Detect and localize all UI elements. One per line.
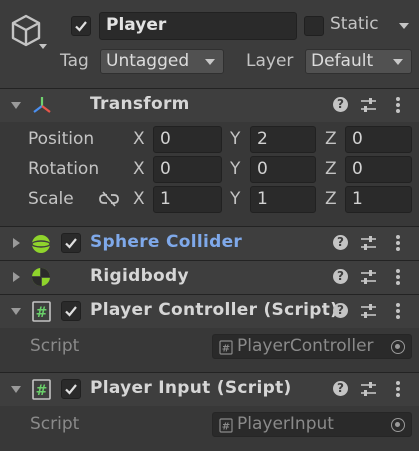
- position-label: Position: [28, 129, 95, 149]
- position-z-field[interactable]: 0: [345, 126, 412, 153]
- component-title: Rigidbody: [90, 266, 189, 286]
- axis-x-label: X: [133, 189, 145, 209]
- object-picker-icon[interactable]: [391, 418, 405, 432]
- svg-text:#: #: [222, 344, 230, 355]
- help-icon[interactable]: ?: [333, 269, 348, 284]
- unlinked-scale-icon[interactable]: [99, 191, 119, 207]
- player-input-header[interactable]: # Player Input (Script) ?: [0, 373, 419, 406]
- object-name-field[interactable]: Player: [99, 12, 297, 40]
- rotation-x-field[interactable]: 0: [153, 156, 222, 183]
- context-menu-icon[interactable]: [396, 235, 400, 253]
- rotation-y-field[interactable]: 0: [250, 156, 316, 183]
- presets-icon[interactable]: [360, 303, 377, 319]
- presets-icon[interactable]: [360, 235, 377, 251]
- help-icon[interactable]: ?: [333, 235, 348, 250]
- rotation-label: Rotation: [28, 159, 100, 179]
- component-title: Player Controller (Script): [90, 300, 339, 320]
- script-field-value: PlayerInput: [237, 414, 334, 434]
- script-mini-icon: #: [219, 418, 233, 433]
- context-menu-icon[interactable]: [396, 97, 400, 115]
- help-icon[interactable]: ?: [333, 303, 348, 318]
- axis-z-label: Z: [325, 129, 337, 149]
- script-object-field[interactable]: # PlayerInput: [212, 412, 412, 437]
- sphere-collider-enabled-toggle[interactable]: [61, 233, 81, 253]
- script-field-label: Script: [30, 414, 80, 434]
- layer-dropdown[interactable]: Default: [305, 49, 412, 74]
- axis-x-label: X: [133, 129, 145, 149]
- checkmark-icon: [75, 21, 87, 32]
- static-toggle[interactable]: [304, 16, 324, 36]
- scale-z-field[interactable]: 1: [345, 186, 412, 213]
- svg-text:#: #: [36, 383, 48, 399]
- component-title: Transform: [90, 94, 190, 114]
- foldout-expanded-icon[interactable]: [11, 308, 21, 315]
- context-menu-icon[interactable]: [396, 381, 400, 399]
- svg-text:#: #: [36, 305, 48, 321]
- static-label: Static: [330, 14, 379, 34]
- position-y-field[interactable]: 2: [250, 126, 316, 153]
- presets-icon[interactable]: [360, 97, 377, 113]
- rigidbody-header[interactable]: Rigidbody ?: [0, 261, 419, 294]
- axis-z-label: Z: [325, 159, 337, 179]
- transform-axes-icon: [33, 97, 51, 113]
- object-picker-icon[interactable]: [391, 340, 405, 354]
- component-title: Sphere Collider: [90, 232, 243, 252]
- script-field-value: PlayerController: [237, 336, 374, 356]
- sphere-collider-header[interactable]: Sphere Collider ?: [0, 227, 419, 260]
- foldout-expanded-icon[interactable]: [11, 386, 21, 393]
- scale-label: Scale: [28, 189, 74, 209]
- scale-y-field[interactable]: 1: [250, 186, 316, 213]
- help-icon[interactable]: ?: [333, 97, 348, 112]
- layer-value: Default: [311, 51, 374, 71]
- player-controller-header[interactable]: # Player Controller (Script) ?: [0, 295, 419, 328]
- active-toggle[interactable]: [71, 16, 91, 36]
- tag-dropdown[interactable]: Untagged: [100, 49, 224, 74]
- context-menu-icon[interactable]: [396, 269, 400, 287]
- help-icon[interactable]: ?: [333, 381, 348, 396]
- scale-x-field[interactable]: 1: [153, 186, 222, 213]
- tag-value: Untagged: [106, 51, 190, 71]
- checkmark-icon: [65, 238, 77, 249]
- script-icon: #: [32, 379, 51, 400]
- script-object-field[interactable]: # PlayerController: [212, 334, 412, 359]
- gameobject-cube-icon[interactable]: [10, 14, 42, 48]
- position-x-field[interactable]: 0: [153, 126, 222, 153]
- svg-text:#: #: [222, 422, 230, 433]
- chevron-down-icon: [393, 59, 403, 65]
- sphere-collider-icon: [31, 235, 51, 253]
- tag-label: Tag: [60, 51, 89, 71]
- rigidbody-icon: [32, 268, 50, 286]
- layer-label: Layer: [246, 51, 294, 71]
- chevron-down-icon: [205, 59, 215, 65]
- script-mini-icon: #: [219, 340, 233, 355]
- checkmark-icon: [65, 384, 77, 395]
- script-icon: #: [32, 301, 51, 322]
- icon-dropdown-arrow-icon[interactable]: [39, 44, 47, 49]
- axis-x-label: X: [133, 159, 145, 179]
- inspector-header: Player Static Tag Untagged Layer Default: [0, 0, 419, 88]
- presets-icon[interactable]: [360, 381, 377, 397]
- player-controller-enabled-toggle[interactable]: [61, 301, 81, 321]
- checkmark-icon: [65, 306, 77, 317]
- context-menu-icon[interactable]: [396, 303, 400, 321]
- player-input-enabled-toggle[interactable]: [61, 379, 81, 399]
- axis-y-label: Y: [230, 129, 241, 149]
- axis-y-label: Y: [230, 159, 241, 179]
- script-field-label: Script: [30, 336, 80, 356]
- foldout-expanded-icon[interactable]: [11, 102, 21, 109]
- foldout-collapsed-icon[interactable]: [13, 238, 20, 248]
- presets-icon[interactable]: [360, 269, 377, 285]
- component-title: Player Input (Script): [90, 378, 292, 398]
- axis-y-label: Y: [230, 189, 241, 209]
- rotation-z-field[interactable]: 0: [345, 156, 412, 183]
- foldout-collapsed-icon[interactable]: [13, 272, 20, 282]
- static-dropdown-caret-icon[interactable]: [399, 23, 409, 29]
- axis-z-label: Z: [325, 189, 337, 209]
- transform-header[interactable]: Transform ?: [0, 89, 419, 122]
